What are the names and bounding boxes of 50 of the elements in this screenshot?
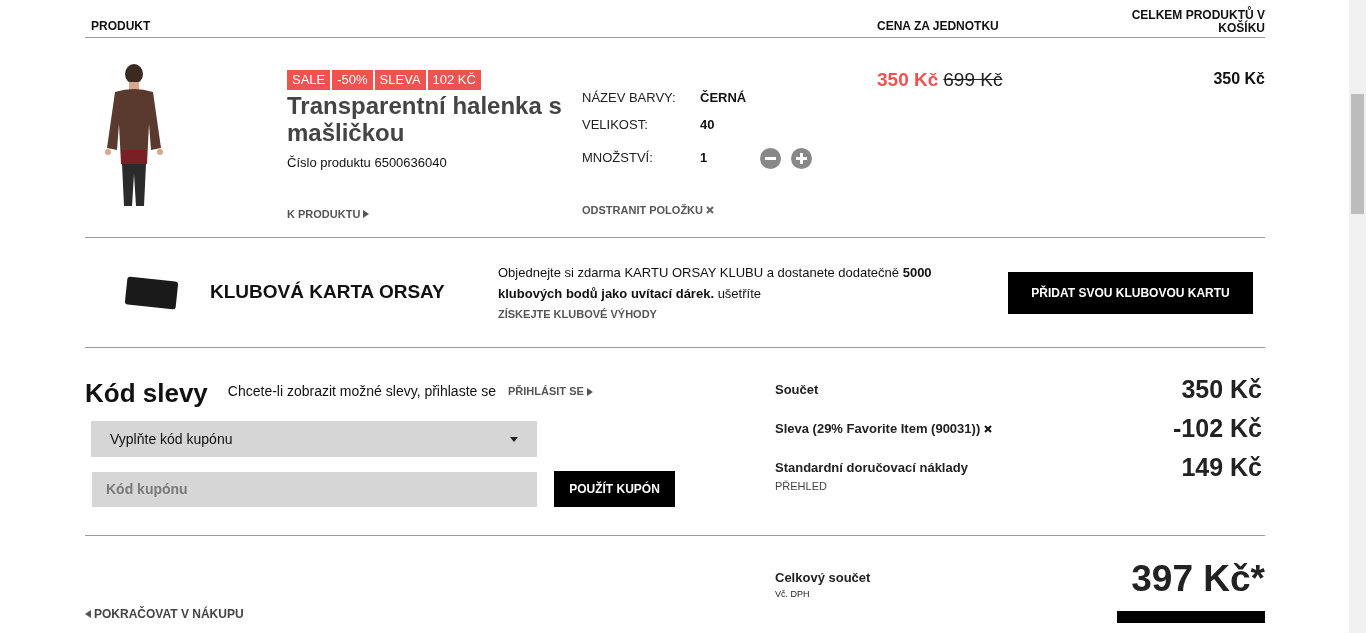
club-title: KLUBOVÁ KARTA ORSAY [210, 280, 446, 305]
product-number: Číslo produktu 6500636040 [287, 154, 448, 172]
sale-badge: SALE [287, 70, 331, 90]
club-description: Objednejte si zdarma KARTU ORSAY KLUBU a dostanete dodatečně 5000 klubových bodů jako uvítací dárek. ušetříte [498, 264, 933, 304]
club-card-icon [125, 275, 178, 310]
close-icon[interactable] [984, 424, 993, 433]
product-name[interactable]: Transparentní halenka s mašličkou [287, 92, 562, 146]
attribute-value: 40 [700, 115, 715, 134]
attribute-value: ČERNÁ [700, 88, 747, 107]
quantity-value: 1 [700, 149, 709, 168]
original-price: 699 Kč [943, 68, 1003, 92]
summary-label: Standardní doručovací náklady [775, 459, 968, 477]
caret-icon [363, 209, 370, 218]
column-header: PRODUKT [90, 18, 152, 35]
coupon-code-field[interactable]: Kód kupónu [92, 471, 537, 507]
item-total: 350 Kč [1213, 69, 1265, 89]
add-club-card-button[interactable]: PŘIDAT SVOU KLUBOVOU KARTU [1008, 271, 1253, 314]
plus-icon[interactable] [791, 147, 812, 169]
total-label: Celkový součet [775, 569, 871, 587]
apply-coupon-button[interactable]: POUŽÍT KUPÓN [554, 471, 675, 507]
scrollbar[interactable] [1349, 0, 1366, 633]
column-header: CENA ZA JEDNOTKU [877, 18, 1000, 35]
grand-total: 397 Kč* [1131, 558, 1265, 600]
product-link[interactable]: K PRODUKTU [287, 205, 370, 222]
sale-badge: 102 KČ [427, 70, 481, 90]
caret-icon [586, 387, 593, 396]
sale-price: 350 Kč [877, 68, 939, 92]
sale-badge: -50% [332, 70, 373, 90]
login-link[interactable]: PŘIHLÁSIT SE [508, 383, 593, 400]
summary-value: 350 Kč [1181, 375, 1262, 403]
sale-badge: SLEVA [374, 70, 426, 90]
summary-value: 149 Kč [1181, 453, 1262, 481]
coupon-select[interactable]: Vyplňte kód kupónu [91, 421, 537, 457]
summary-label: Sleva (29% Favorite Item (90031)) [775, 420, 981, 438]
section-title: Kód slevy [85, 377, 208, 410]
quantity-label: MNOŽSTVÍ: [582, 149, 654, 168]
attribute-label: VELIKOST: [582, 115, 649, 134]
summary-label: Součet [775, 381, 819, 399]
dropdown-caret-icon [510, 436, 518, 442]
club-benefits-link[interactable]: ZÍSKEJTE KLUBOVÉ VÝHODY [498, 306, 657, 323]
attribute-label: NÁZEV BARVY: [582, 88, 677, 107]
scrollbar-thumb[interactable] [1351, 94, 1364, 214]
continue-shopping-link[interactable]: POKRAČOVAT V NÁKUPU [85, 605, 244, 623]
caret-icon [85, 610, 91, 618]
login-hint: Chcete-li zobrazit možné slevy, přihlaste se [227, 382, 496, 401]
overview-link[interactable]: PŘEHLED [775, 477, 827, 494]
vat-note: Vč. DPH [775, 587, 811, 601]
minus-icon[interactable] [760, 147, 781, 169]
remove-item-link[interactable]: ODSTRANIT POLOŽKU [582, 202, 714, 219]
summary-value: -102 Kč [1173, 414, 1262, 442]
